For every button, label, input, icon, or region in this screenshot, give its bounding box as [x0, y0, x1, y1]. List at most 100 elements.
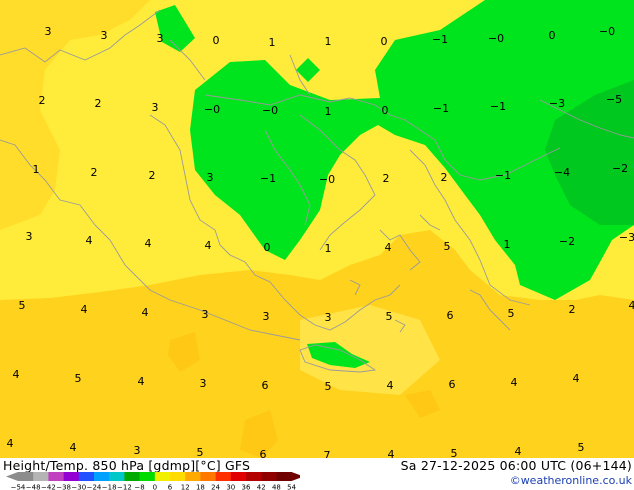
scale-label: 48 [272, 484, 281, 490]
contour-label: −3 [549, 97, 565, 110]
scale-swatch [185, 472, 201, 481]
contour-label: 1 [325, 35, 332, 48]
contour-label: 5 [19, 299, 26, 312]
contour-label: 1 [33, 163, 40, 176]
contour-label: 0 [549, 29, 556, 42]
scale-label: −12 [117, 484, 132, 490]
contour-label: −4 [554, 166, 570, 179]
scale-label: 12 [181, 484, 190, 490]
contour-label: 3 [207, 171, 214, 184]
contour-label: 0 [213, 34, 220, 47]
scale-label: −18 [102, 484, 117, 490]
scale-label: −38 [56, 484, 71, 490]
contour-label: 5 [75, 372, 82, 385]
contour-label: −1 [433, 102, 449, 115]
contour-label: 3 [152, 101, 159, 114]
contour-label: 3 [26, 230, 33, 243]
scale-arrow-right [291, 472, 300, 481]
contour-label: 0 [264, 241, 271, 254]
contour-label: −3 [619, 231, 634, 244]
contour-label: −0 [319, 173, 335, 186]
contour-label: 5 [386, 310, 393, 323]
contour-label: −1 [490, 100, 506, 113]
scale-swatch [170, 472, 186, 481]
contour-label: −5 [606, 93, 622, 106]
scale-swatch [94, 472, 110, 481]
contour-label: 3 [200, 377, 207, 390]
contour-label: 1 [325, 105, 332, 118]
weather-map: 3 3 3 0 1 1 0 −1 −0 0 −0 2 2 3 −0 −0 1 0 −1 −1 −3 −5 1 2 2 3 −1 −0 2… [0, 0, 634, 458]
scale-swatch [215, 472, 232, 481]
contour-label: 4 [629, 299, 634, 312]
scale-label: −54 [11, 484, 26, 490]
credit-link[interactable]: ©weatheronline.co.uk [510, 474, 632, 487]
contour-label: 5 [508, 307, 515, 320]
contour-label: 4 [385, 241, 392, 254]
scale-label: 24 [211, 484, 220, 490]
scale-swatch [63, 472, 80, 481]
scale-swatch [18, 472, 34, 481]
contour-label: 2 [383, 172, 390, 185]
footer: Height/Temp. 850 hPa [gdmp][°C] GFS Sa 2… [0, 458, 634, 490]
contour-label: 4 [387, 379, 394, 392]
contour-label: 5 [578, 441, 585, 454]
contour-label: 3 [134, 444, 141, 457]
contour-label: 1 [325, 242, 332, 255]
scale-label: 30 [226, 484, 235, 490]
contour-label: 2 [569, 303, 576, 316]
contour-label: 3 [157, 32, 164, 45]
map-title: Height/Temp. 850 hPa [gdmp][°C] GFS [3, 458, 251, 473]
contour-label: 4 [388, 448, 395, 458]
contour-label: 6 [449, 378, 456, 391]
scale-label: −42 [41, 484, 56, 490]
contour-label: 4 [81, 303, 88, 316]
scale-label: 6 [168, 484, 173, 490]
contour-label: 7 [324, 449, 331, 458]
contour-label: 0 [382, 104, 389, 117]
scale-label: −48 [26, 484, 41, 490]
contour-label: 4 [138, 375, 145, 388]
scale-swatch [230, 472, 247, 481]
contour-label: 4 [7, 437, 14, 450]
contour-label: 3 [45, 25, 52, 38]
contour-label: −0 [262, 104, 278, 117]
scale-label: −30 [71, 484, 86, 490]
scale-label: 18 [196, 484, 205, 490]
contour-label: −0 [488, 32, 504, 45]
scale-swatch [48, 472, 64, 481]
contour-label: 4 [86, 234, 93, 247]
contour-label: 5 [451, 447, 458, 458]
scale-label: 54 [287, 484, 296, 490]
contour-label: 6 [447, 309, 454, 322]
contour-label: −1 [432, 33, 448, 46]
contour-label: 4 [13, 368, 20, 381]
scale-swatch [78, 472, 95, 481]
contour-label: 2 [149, 169, 156, 182]
contour-label: 2 [441, 171, 448, 184]
contour-label: −2 [559, 235, 575, 248]
scale-swatch [139, 472, 156, 481]
scale-label: 0 [153, 484, 157, 490]
scale-label: −24 [87, 484, 102, 490]
scale-arrow-left [6, 472, 18, 481]
scale-swatch [246, 472, 262, 481]
contour-label: −2 [612, 162, 628, 175]
scale-swatch [276, 472, 292, 481]
contour-label: 3 [263, 310, 270, 323]
contour-label: 2 [91, 166, 98, 179]
contour-label: 0 [381, 35, 388, 48]
contour-label: 3 [101, 29, 108, 42]
contour-label: 2 [39, 94, 46, 107]
scale-swatch [124, 472, 140, 481]
contour-label: 3 [202, 308, 209, 321]
scale-label: 42 [257, 484, 266, 490]
valid-time: Sa 27-12-2025 06:00 UTC (06+144) [400, 458, 632, 473]
scale-swatch [154, 472, 171, 481]
scale-swatch [109, 472, 125, 481]
contour-label: 5 [325, 380, 332, 393]
contour-label: 4 [511, 376, 518, 389]
contour-label: 5 [197, 446, 204, 458]
contour-label: 4 [70, 441, 77, 454]
contour-label: 4 [142, 306, 149, 319]
contour-label: 4 [145, 237, 152, 250]
